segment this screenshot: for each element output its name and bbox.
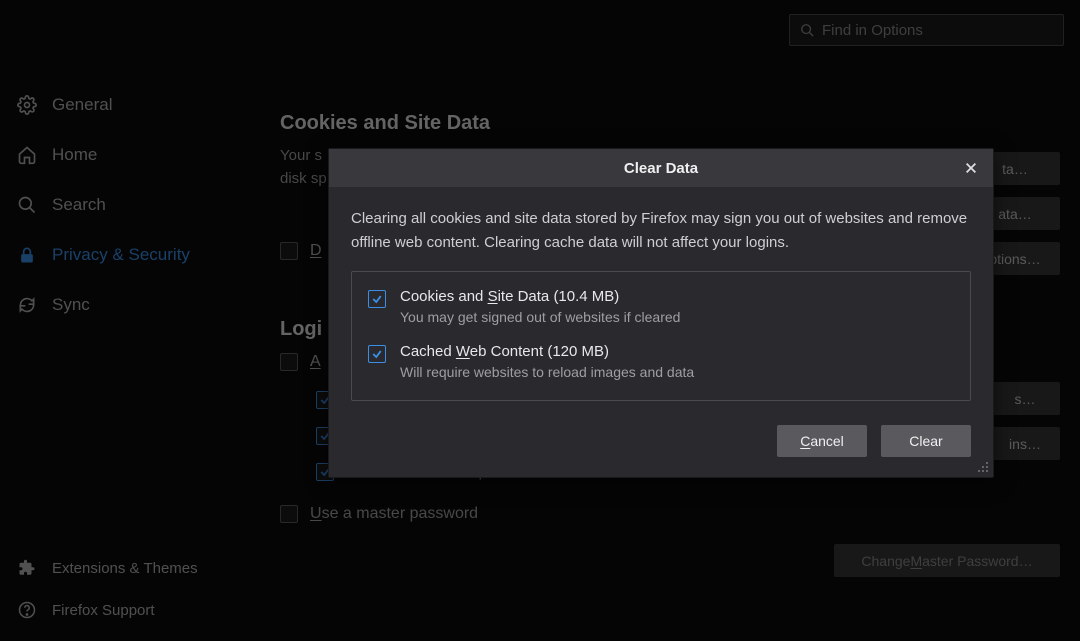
checkbox-checked-icon[interactable]	[368, 345, 386, 363]
clear-button[interactable]: Clear	[881, 425, 971, 457]
cache-option-row[interactable]: Cached Web Content (120 MB) Will require…	[368, 343, 954, 380]
options-fieldset: Cookies and Site Data (10.4 MB) You may …	[351, 271, 971, 401]
cache-option-desc: Will require websites to reload images a…	[400, 364, 694, 380]
cancel-button[interactable]: Cancel	[777, 425, 867, 457]
close-button[interactable]	[959, 156, 983, 180]
dialog-body: Clearing all cookies and site data store…	[329, 187, 993, 411]
cookies-option-title: Cookies and Site Data (10.4 MB)	[400, 288, 680, 305]
close-icon	[964, 161, 978, 175]
dialog-header: Clear Data	[329, 149, 993, 187]
cookies-option-desc: You may get signed out of websites if cl…	[400, 309, 680, 325]
dialog-description: Clearing all cookies and site data store…	[351, 207, 971, 255]
cache-option-title: Cached Web Content (120 MB)	[400, 343, 694, 360]
clear-data-dialog: Clear Data Clearing all cookies and site…	[328, 148, 994, 478]
resize-grip[interactable]	[975, 459, 989, 473]
dialog-footer: Cancel Clear	[329, 411, 993, 477]
checkbox-checked-icon[interactable]	[368, 290, 386, 308]
dialog-title: Clear Data	[624, 160, 698, 177]
cookies-option-row[interactable]: Cookies and Site Data (10.4 MB) You may …	[368, 288, 954, 325]
